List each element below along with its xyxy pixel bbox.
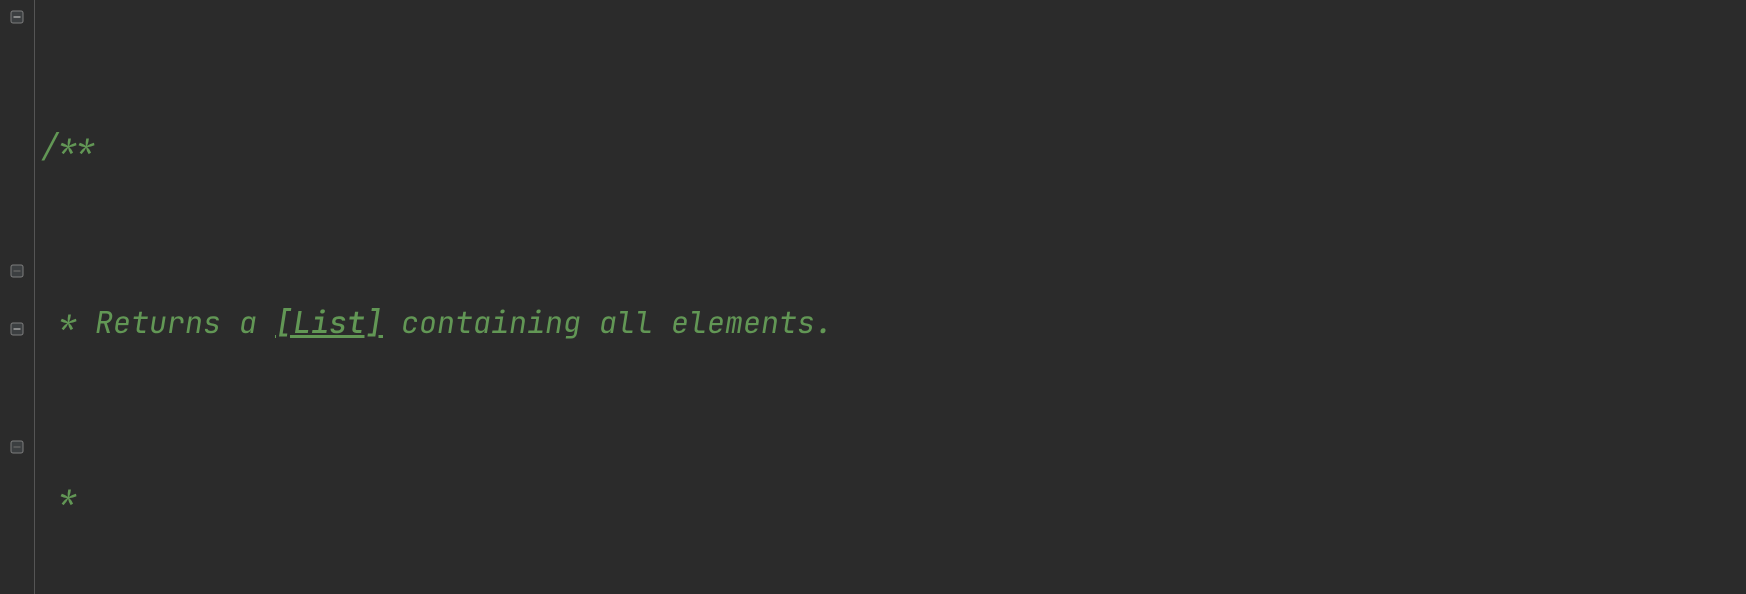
code-line[interactable]: * Returns a [List] containing all elemen… bbox=[37, 293, 1746, 352]
fold-end-icon[interactable] bbox=[8, 438, 26, 456]
code-line[interactable]: /** bbox=[37, 117, 1746, 176]
doc-comment: * Returns a bbox=[41, 302, 275, 342]
fold-minus-icon[interactable] bbox=[8, 320, 26, 338]
doc-comment: * bbox=[41, 477, 77, 517]
gutter bbox=[0, 0, 35, 594]
code-editor[interactable]: /** * Returns a [List] containing all el… bbox=[0, 0, 1746, 594]
doc-comment: /** bbox=[41, 126, 95, 166]
code-area[interactable]: /** * Returns a [List] containing all el… bbox=[35, 0, 1746, 594]
doc-comment: containing all elements. bbox=[383, 302, 833, 342]
doc-link[interactable]: [List] bbox=[275, 302, 383, 342]
fold-minus-icon[interactable] bbox=[8, 8, 26, 26]
fold-end-icon[interactable] bbox=[8, 262, 26, 280]
code-line[interactable]: * bbox=[37, 468, 1746, 527]
